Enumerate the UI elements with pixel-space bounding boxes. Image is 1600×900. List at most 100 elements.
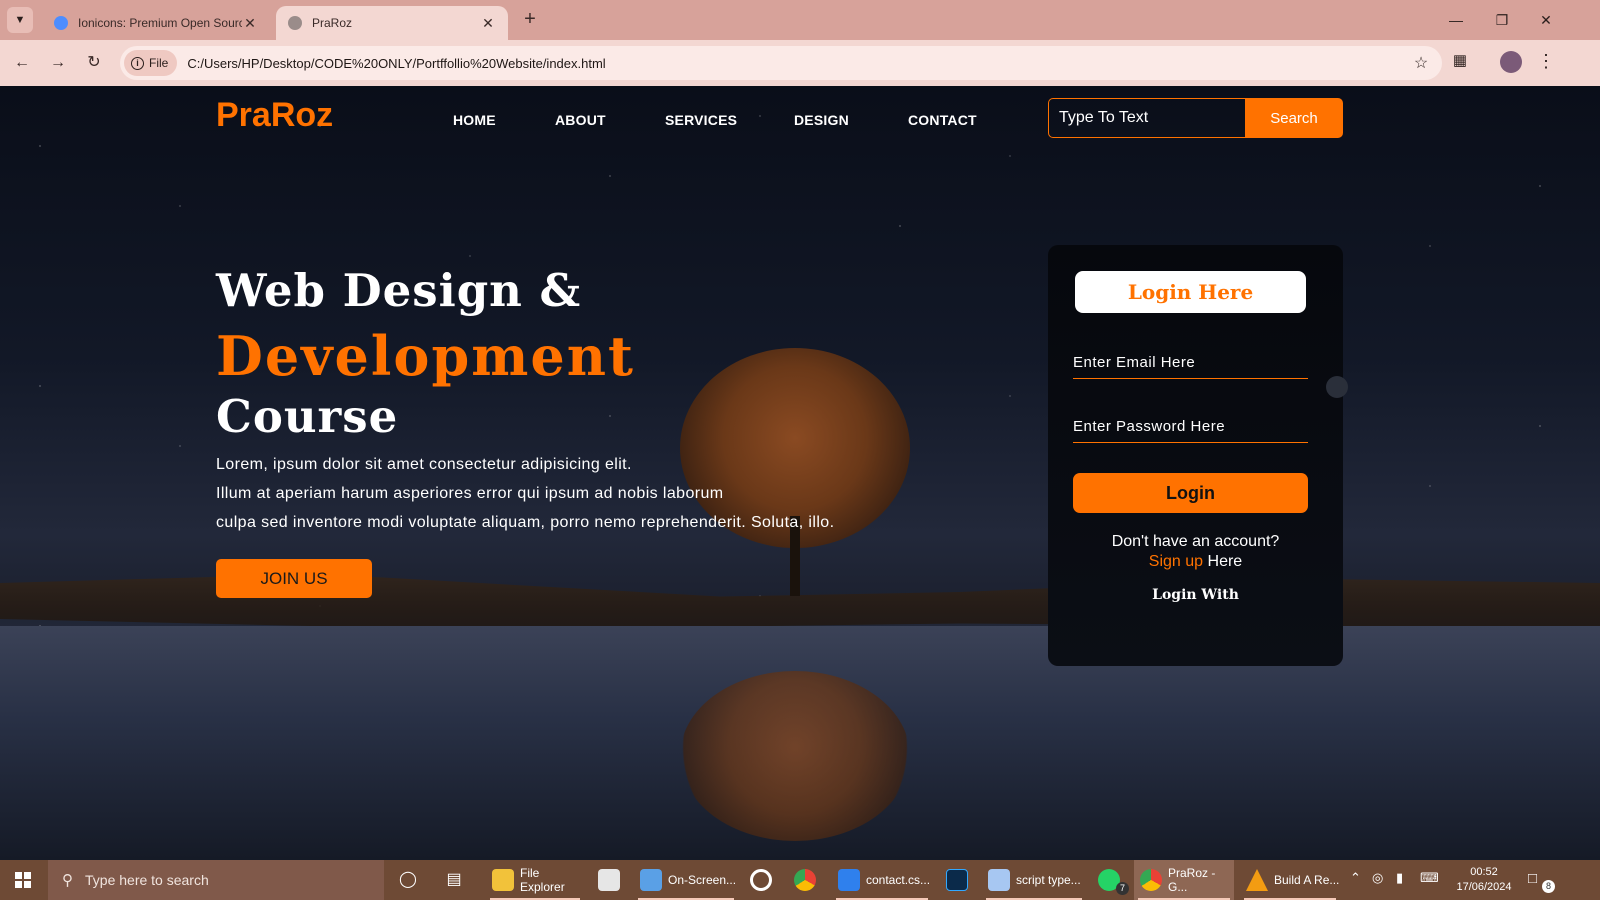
nav-design[interactable]: DESIGN: [794, 112, 849, 128]
nav-contact[interactable]: CONTACT: [908, 112, 977, 128]
taskbar-app-file-explorer[interactable]: File Explorer: [486, 860, 584, 900]
tree-reflection: [680, 671, 910, 841]
restore-button[interactable]: ❐: [1482, 6, 1522, 34]
close-window-button[interactable]: ✕: [1526, 6, 1566, 34]
taskbar-app-whatsapp[interactable]: 7: [1092, 860, 1129, 900]
hero-title-line1: Web Design &: [216, 264, 582, 317]
login-title: Login Here: [1075, 271, 1306, 313]
cortana-icon[interactable]: ◯: [394, 866, 422, 894]
bookmark-star-icon[interactable]: ☆: [1408, 53, 1434, 73]
login-with-label: Login With: [1152, 587, 1239, 603]
web-page: PraRoz HOME ABOUT SERVICES DESIGN CONTAC…: [0, 86, 1600, 860]
site-info-chip[interactable]: i File: [124, 50, 178, 76]
taskbar-app-vscode[interactable]: contact.cs...: [832, 860, 932, 900]
taskbar-app-label: contact.cs...: [866, 873, 931, 887]
taskbar-app-label: File Explorer: [520, 866, 565, 894]
chevron-down-icon: ▼: [14, 14, 26, 26]
taskbar-app-target[interactable]: [744, 860, 780, 900]
taskbar-app-vlc[interactable]: Build A Re...: [1240, 860, 1340, 900]
clock-time: 00:52: [1470, 866, 1498, 878]
login-button[interactable]: Login: [1073, 473, 1308, 513]
taskbar-app-chrome-praroz[interactable]: PraRoz - G...: [1134, 860, 1234, 900]
hero-paragraph-line: culpa sed inventore modi voluptate aliqu…: [216, 514, 835, 531]
no-account-text: Don't have an account?: [1111, 533, 1280, 550]
tab-search-button[interactable]: ▼: [7, 7, 33, 33]
tab-title: Ionicons: Premium Open Source Icon Pack …: [78, 16, 242, 30]
more-menu-icon[interactable]: ⋮: [1534, 51, 1558, 75]
scroll-indicator-icon: [1326, 376, 1348, 398]
close-icon[interactable]: ✕: [480, 15, 496, 31]
minimize-button[interactable]: —: [1436, 6, 1476, 34]
whatsapp-badge: 7: [1116, 882, 1129, 895]
taskbar-app-label: On-Screen...: [668, 873, 737, 887]
ionicons-favicon-icon: [54, 16, 68, 30]
nav-about[interactable]: ABOUT: [555, 112, 606, 128]
profile-button[interactable]: [1500, 51, 1524, 75]
nav-home[interactable]: HOME: [453, 112, 496, 128]
site-search-input[interactable]: [1048, 98, 1246, 138]
site-search-button[interactable]: Search: [1245, 98, 1343, 138]
taskbar-app-label: script type...: [1016, 873, 1081, 887]
address-bar[interactable]: i File C:/Users/HP/Desktop/CODE%20ONLY/P…: [120, 46, 1442, 80]
forward-button[interactable]: →: [44, 49, 72, 77]
taskbar-app-word[interactable]: script type...: [982, 860, 1086, 900]
hero-paragraph-line: Illum at aperiam harum asperiores error …: [216, 485, 724, 502]
hero-title-line3: Course: [216, 390, 399, 443]
keyboard-app-icon: [640, 869, 662, 891]
chevron-up-icon[interactable]: ⌃: [1350, 870, 1361, 886]
nav-services[interactable]: SERVICES: [665, 112, 737, 128]
taskbar-app-label: PraRoz - G...: [1168, 866, 1216, 894]
url-text[interactable]: C:/Users/HP/Desktop/CODE%20ONLY/Portffol…: [187, 56, 1408, 71]
hero-title-line2: Development: [216, 324, 635, 388]
task-view-icon[interactable]: ▤: [440, 866, 468, 894]
hero-paragraph-line: Lorem, ipsum dolor sit amet consectetur …: [216, 456, 632, 473]
windows-logo-icon: [15, 872, 31, 888]
chrome-icon: [794, 869, 816, 891]
vlc-cone-icon: [1246, 869, 1268, 891]
battery-icon[interactable]: ▮: [1396, 870, 1403, 886]
extensions-puzzle-icon[interactable]: ▦: [1448, 51, 1472, 75]
tab-title: PraRoz: [312, 16, 353, 30]
tab-praroz[interactable]: PraRoz ✕: [276, 6, 508, 40]
site-logo[interactable]: PraRoz: [216, 96, 333, 135]
taskbar-app-label: Build A Re...: [1274, 873, 1340, 887]
taskbar-search-box[interactable]: ⚲ Type here to search: [48, 860, 384, 900]
avatar: [1500, 51, 1522, 73]
taskbar-app-chrome[interactable]: [788, 860, 824, 900]
notification-icon[interactable]: □: [1528, 870, 1537, 887]
close-icon[interactable]: ✕: [242, 15, 258, 31]
globe-icon[interactable]: ◎: [1372, 870, 1383, 886]
target-icon: [750, 869, 772, 891]
browser-toolbar: ← → ↻ i File C:/Users/HP/Desktop/CODE%20…: [0, 40, 1600, 86]
login-form-card: Login Here Login Don't have an account? …: [1048, 245, 1343, 666]
reload-button[interactable]: ↻: [80, 49, 108, 77]
start-button[interactable]: [0, 860, 46, 900]
clock-date: 17/06/2024: [1456, 881, 1512, 893]
photoshop-icon: [946, 869, 968, 891]
email-field[interactable]: [1073, 347, 1308, 379]
globe-icon: [288, 16, 302, 30]
taskbar-app-photoshop[interactable]: [940, 860, 976, 900]
notification-count-badge: 8: [1542, 880, 1555, 893]
info-icon: i: [131, 56, 144, 70]
file-label: File: [149, 56, 169, 70]
search-icon: ⚲: [62, 872, 73, 889]
chrome-icon: [1140, 869, 1162, 891]
signup-suffix: Here: [1207, 553, 1243, 570]
taskbar-app-mail[interactable]: [592, 860, 628, 900]
hero-paragraph: Lorem, ipsum dolor sit amet consectetur …: [216, 450, 916, 537]
new-tab-button[interactable]: +: [518, 8, 542, 32]
vscode-icon: [838, 869, 860, 891]
keyboard-icon[interactable]: ⌨: [1420, 870, 1439, 886]
signup-link[interactable]: Sign up: [1149, 553, 1203, 570]
taskbar-app-on-screen-keyboard[interactable]: On-Screen...: [634, 860, 738, 900]
signup-prompt: Don't have an account? Sign up Here: [1048, 532, 1343, 572]
tab-ionicons[interactable]: Ionicons: Premium Open Source Icon Pack …: [42, 6, 270, 40]
taskbar-clock[interactable]: 00:52 17/06/2024: [1450, 865, 1518, 895]
document-icon: [988, 869, 1010, 891]
back-button[interactable]: ←: [8, 49, 36, 77]
join-us-button[interactable]: JOIN US: [216, 559, 372, 598]
browser-tab-strip: ▼ Ionicons: Premium Open Source Icon Pac…: [0, 0, 1600, 40]
mail-icon: [598, 869, 620, 891]
password-field[interactable]: [1073, 411, 1308, 443]
